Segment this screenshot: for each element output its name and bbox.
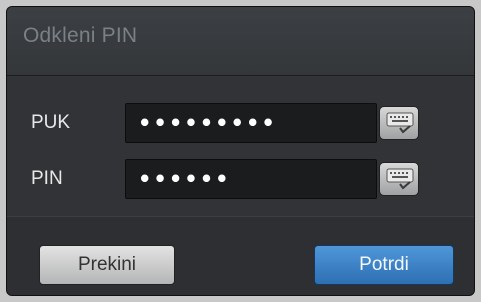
pin-keyboard-button[interactable] <box>379 162 419 196</box>
screen-background: Odkleni PIN PUK ••••••••• PIN •••••• Pre… <box>0 0 481 302</box>
dialog-titlebar: Odkleni PIN <box>7 7 474 76</box>
dialog-body: PUK ••••••••• PIN •••••• <box>7 76 474 216</box>
keyboard-icon <box>386 112 414 134</box>
dialog-title: Odkleni PIN <box>23 24 138 47</box>
pin-input[interactable]: •••••• <box>125 159 377 199</box>
pin-label: PIN <box>31 168 63 189</box>
cancel-button[interactable]: Prekini <box>39 245 175 285</box>
puk-keyboard-button[interactable] <box>379 106 419 140</box>
puk-input[interactable]: ••••••••• <box>125 103 377 143</box>
dialog-footer: Prekini Potrdi <box>7 216 474 295</box>
unlock-pin-dialog: Odkleni PIN PUK ••••••••• PIN •••••• Pre… <box>6 6 475 296</box>
confirm-button[interactable]: Potrdi <box>314 245 454 285</box>
puk-label: PUK <box>31 112 71 133</box>
keyboard-icon <box>386 168 414 190</box>
